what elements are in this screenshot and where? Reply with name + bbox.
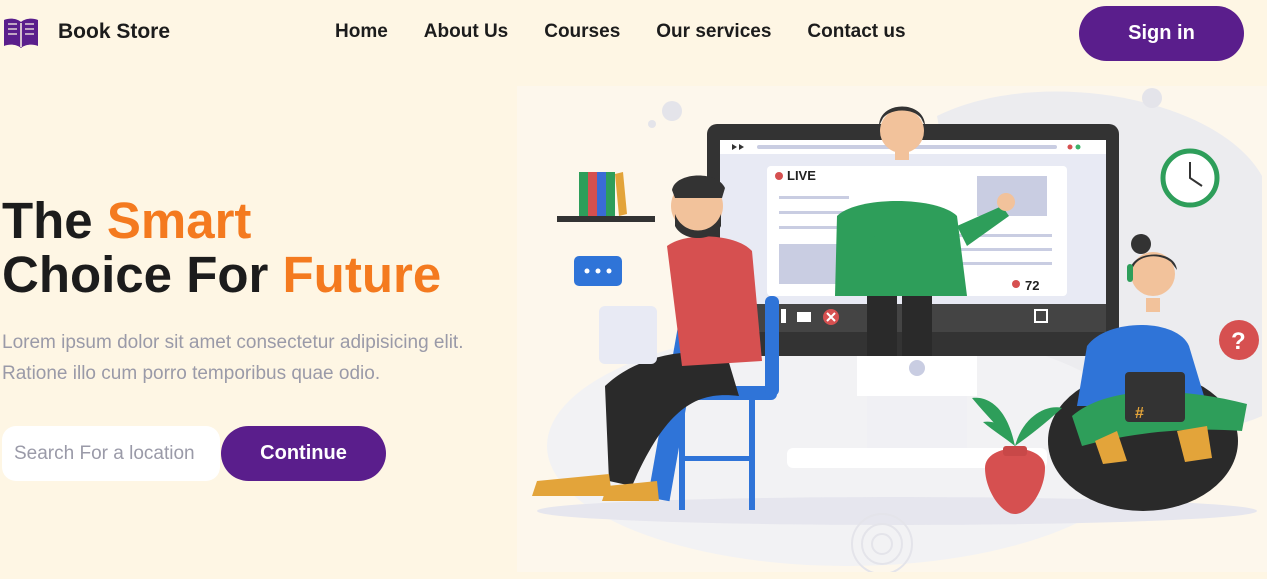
hero-title: The Smart Choice For Future (2, 194, 441, 302)
brand[interactable]: Book Store (2, 14, 170, 50)
continue-button[interactable]: Continue (221, 426, 386, 481)
nav-home[interactable]: Home (335, 21, 388, 43)
hero-title-accent2: Future (282, 246, 442, 303)
location-search-input[interactable] (2, 426, 220, 481)
nav-courses[interactable]: Courses (544, 21, 620, 43)
hero-description-line2: Ratione illo cum porro temporibus quae o… (2, 363, 381, 384)
sign-in-button[interactable]: Sign in (1079, 6, 1244, 61)
navbar: Book Store Home About Us Courses Our ser… (0, 0, 1267, 66)
hero-title-accent1: Smart (106, 192, 252, 249)
open-book-icon (4, 18, 38, 48)
svg-text:?: ? (1231, 328, 1246, 355)
nav-contact-us[interactable]: Contact us (807, 21, 905, 43)
svg-text:#: # (1135, 405, 1144, 422)
hero-title-part2: Choice For (2, 246, 283, 303)
main-menu: Home About Us Courses Our services Conta… (335, 21, 906, 43)
nav-about-us[interactable]: About Us (424, 21, 508, 43)
hero-description: Lorem ipsum dolor sit amet consectetur a… (2, 327, 502, 389)
nav-our-services[interactable]: Our services (656, 21, 771, 43)
hero-illustration: LIVE 72 ? # (517, 86, 1267, 572)
hero-title-part1: The (2, 192, 107, 249)
hero-description-line1: Lorem ipsum dolor sit amet consectetur a… (2, 332, 464, 353)
live-label: LIVE (787, 168, 816, 183)
brand-name: Book Store (58, 20, 171, 43)
viewer-count: 72 (1025, 278, 1039, 293)
online-learning-illustration: LIVE 72 ? # (517, 86, 1267, 572)
